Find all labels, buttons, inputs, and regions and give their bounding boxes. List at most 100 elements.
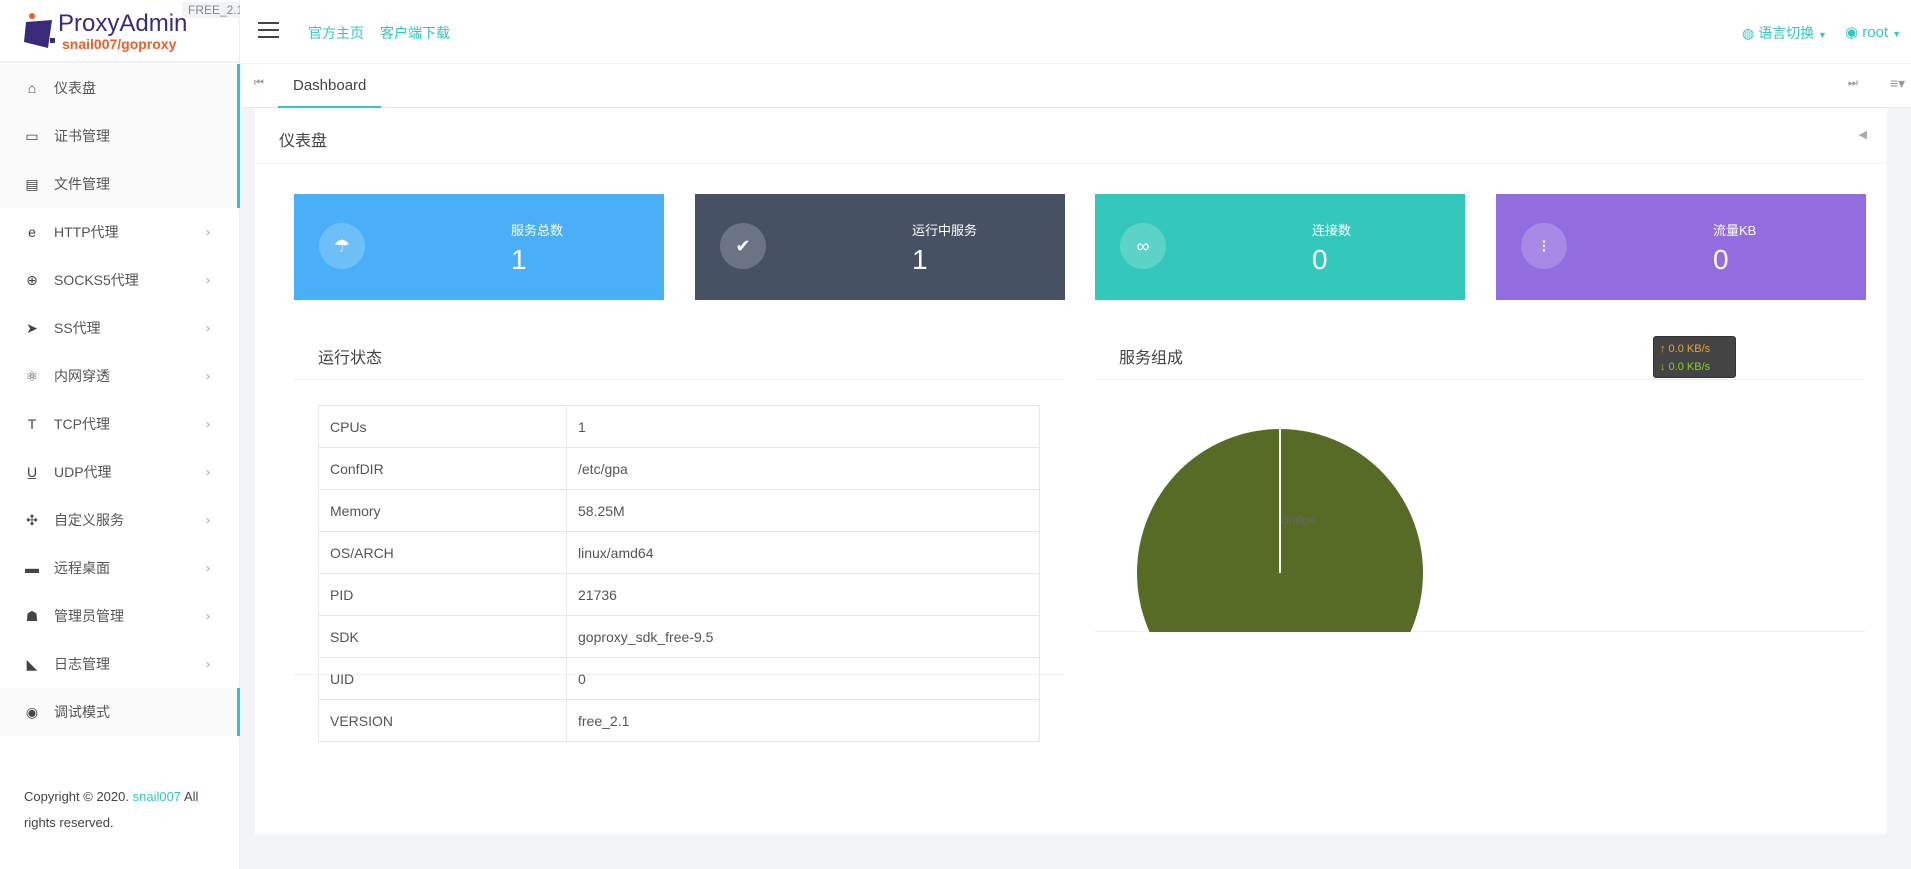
table-row: ConfDIR/etc/gpa [318,447,1040,490]
official-site-link[interactable]: 官方主页 [308,23,364,43]
chevron-right-icon: › [206,513,210,527]
upload-speed: ↑ 0.0 KB/s [1660,343,1711,355]
row-value: goproxy_sdk_free-9.5 [566,615,1040,658]
stat-box-1: ✔ 运行中服务 1 [695,194,1065,300]
chevron-right-icon: › [206,321,210,335]
text-t-icon: T [27,416,37,432]
sidebar-item-12[interactable]: ◣ 日志管理 › [0,640,240,688]
sidebar-item-7[interactable]: T TCP代理 › [0,400,240,448]
stat-label: 服务总数 [511,223,564,238]
row-value: 58.25M [566,489,1040,532]
user-menu[interactable]: ◉ root ▼ [1845,23,1901,41]
sidebar-item-10[interactable]: ▬ 远程桌面 › [0,544,240,592]
sidebar-item-label: 文件管理 [54,176,110,192]
file-icon: ▤ [25,175,39,192]
table-row: UID 0 [318,657,1040,700]
stat-value: 1 [511,244,527,275]
dashboard-card: 仪表盘 ◀ ☂ 服务总数 1 ✔ 运行中服务 1 ∞ 连接数 0 ⁝ 流量KB 0 运行状态 CPUs… [255,108,1887,834]
sidebar-item-4[interactable]: ⊕ SOCKS5代理 › [0,256,240,304]
sidebar-item-3[interactable]: e HTTP代理 › [0,208,240,256]
speed-widget: ↑ 0.0 KB/s ↓ 0.0 KB/s [1653,336,1736,378]
menu-toggle-icon[interactable] [258,22,279,38]
page-title: 仪表盘 [279,133,328,150]
tab-options-icon[interactable]: ≡▾ [1890,75,1905,92]
row-value: 0 [566,657,1040,700]
divider [255,163,1887,164]
sidebar-item-9[interactable]: ✣ 自定义服务 › [0,496,240,544]
legend-swatch [1237,514,1276,525]
table-row: OS/ARCH linux/amd64 [318,531,1040,574]
status-panel: 运行状态 CPUs 1 ConfDIR/etc/gpa Memory 58.25M OS/… [294,328,1064,742]
user-circle-icon: ◉ [1845,24,1859,41]
caret-down-icon: ▼ [1892,29,1902,39]
table-row: SDK goproxy_sdk_free-9.5 [318,615,1040,658]
chevron-right-icon: › [206,417,210,431]
logo-icon [24,13,55,48]
sidebar-item-5[interactable]: ➤ SS代理 › [0,304,240,352]
globe-icon: ◍ [1742,25,1755,41]
sidebar-item-0[interactable]: ⌂ 仪表盘 [0,64,240,112]
chevron-right-icon: › [206,273,210,287]
client-download-link[interactable]: 客户端下载 [380,23,450,43]
table-row: PID 21736 [318,573,1040,616]
scroll-left-icon[interactable]: ⏮ [254,77,264,90]
language-label: 语言切换 [1758,25,1815,41]
sidebar-item-label: 自定义服务 [54,512,124,528]
sidebar-item-2[interactable]: ▤ 文件管理 [0,160,240,208]
monitor-icon: ▬ [25,560,39,576]
sidebar-item-11[interactable]: ☗ 管理员管理 › [0,592,240,640]
sidebar-item-13[interactable]: ◉ 调试模式 [0,688,240,736]
sidebar-item-label: UDP代理 [54,464,112,480]
stat-box-0: ☂ 服务总数 1 [294,194,664,300]
android-icon: ◉ [25,703,39,720]
sidebar-item-label: 调试模式 [54,704,110,720]
language-switch[interactable]: ◍ 语言切换 ▼ [1742,23,1827,43]
sidebar-item-label: SOCKS5代理 [54,272,139,288]
legend-label: bridge [1282,513,1316,527]
sidebar-item-8[interactable]: U̲ UDP代理 › [0,448,240,496]
row-key: ConfDIR [318,447,567,490]
credit-card-icon: ▭ [25,127,39,144]
stat-label: 流量KB [1713,223,1757,238]
collapse-tag-icon[interactable]: ◀ [1859,128,1867,141]
puzzle-icon: ✣ [26,511,38,528]
chevron-right-icon: › [206,465,210,479]
sidebar-item-label: 证书管理 [54,128,110,144]
table-row: CPUs 1 [318,405,1040,448]
row-value: 1 [566,405,1040,448]
sidebar-item-label: 内网穿透 [54,368,110,384]
row-value: linux/amd64 [566,531,1040,574]
logo[interactable]: ProxyAdmin snail007/goproxy FREE_2.1 [0,0,250,63]
copyright-text: Copyright © 2020. [24,789,129,804]
tab-dashboard[interactable]: Dashboard [278,64,382,108]
stat-value: 0 [1312,244,1328,275]
sidebar-item-1[interactable]: ▭ 证书管理 [0,112,240,160]
author-link[interactable]: snail007 [133,789,181,804]
stat-label: 运行中服务 [912,223,978,238]
row-key: VERSION [318,699,567,742]
sidebar-item-label: 远程桌面 [54,560,110,576]
copyright: Copyright © 2020. snail007 All rights re… [24,784,224,836]
traffic-light-icon: ⁝ [1521,223,1567,269]
composition-panel: 服务组成 bridgebridge: 1 [1095,328,1865,632]
sidebar-item-label: TCP代理 [54,416,110,432]
brand-title: ProxyAdmin [58,10,188,37]
globe-icon: ⊕ [26,271,38,288]
stat-value: 1 [912,244,928,275]
sidebar-item-label: 日志管理 [54,656,110,672]
home-icon: ⌂ [27,80,37,96]
scroll-right-icon[interactable]: ⏭ [1848,77,1858,90]
download-speed: ↓ 0.0 KB/s [1660,361,1711,373]
chevron-right-icon: › [206,561,210,575]
underline-u-icon: U̲ [26,464,38,480]
pie-chart: bridgebridge: 1 [1137,429,1423,632]
atom-icon: ⚛ [25,367,39,384]
top-header: 官方主页 客户端下载 ◍ 语言切换 ▼ ◉ root ▼ [240,0,1911,63]
status-title: 运行状态 [318,350,383,367]
username: root [1862,24,1889,41]
row-key: PID [318,573,567,616]
sidebar-item-6[interactable]: ⚛ 内网穿透 › [0,352,240,400]
row-key: Memory [318,489,567,532]
sidebar-item-label: 仪表盘 [54,80,96,96]
row-value: /etc/gpa [566,447,1040,490]
